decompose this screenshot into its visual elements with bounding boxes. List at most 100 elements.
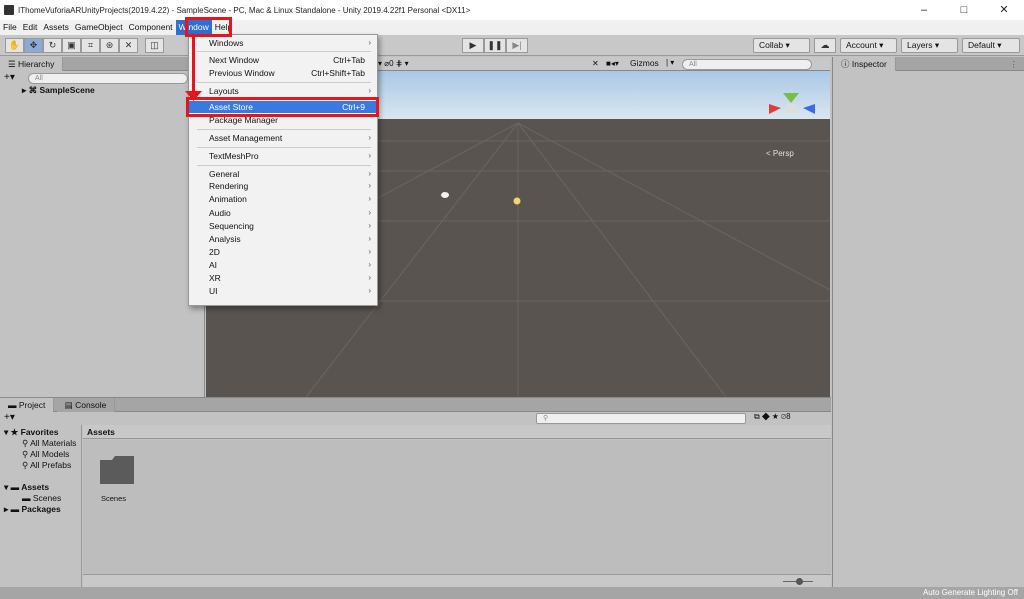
lock-icon[interactable]: ⋮ — [1010, 57, 1019, 71]
scale-tool-icon[interactable]: ▣ — [62, 38, 81, 53]
camera-gizmo-icon[interactable] — [441, 192, 449, 198]
hand-tool-icon[interactable]: ✋ — [5, 38, 24, 53]
fav-all-prefabs[interactable]: ⚲ All Prefabs — [22, 460, 71, 471]
scene-visibility-icon[interactable]: ▾ ⌀0 ⋕ ▾ — [378, 59, 409, 68]
console-tab-label: Console — [75, 400, 107, 410]
menu-item-rendering[interactable]: Rendering › — [189, 180, 377, 192]
project-search-input[interactable]: ⚲ — [536, 413, 746, 424]
scene-root-item[interactable]: ▸ ⌘ SampleScene — [22, 85, 95, 96]
folder-icon[interactable] — [100, 456, 134, 484]
submenu-arrow-icon: › — [368, 247, 371, 256]
menu-component[interactable]: Component — [126, 20, 176, 35]
menu-label-animation: Animation — [209, 194, 247, 204]
favorites-item[interactable]: ▾ ★ Favorites — [4, 427, 58, 438]
menu-item-2d[interactable]: 2D › — [189, 246, 377, 258]
scene-search-input[interactable]: All — [682, 59, 812, 70]
menu-file[interactable]: File — [0, 20, 20, 35]
pivot-toggle-icon[interactable]: ◫ — [145, 38, 164, 53]
menu-item-textmeshpro[interactable]: TextMeshPro › — [189, 150, 377, 162]
menu-label-2d: 2D — [209, 247, 220, 257]
camera-icon[interactable]: ■◂▾ — [606, 59, 619, 68]
menu-item-sequencing[interactable]: Sequencing › — [189, 220, 377, 232]
annotation-arrow-line — [192, 37, 195, 95]
unity-logo-icon — [4, 5, 14, 15]
tools-icon[interactable]: ✕ — [592, 59, 599, 68]
menu-item-windows[interactable]: Windows › — [189, 37, 377, 49]
menu-separator — [197, 129, 371, 130]
gizmos-dropdown[interactable]: Gizmos — [630, 58, 659, 68]
step-button[interactable]: ▶| — [506, 38, 528, 53]
menu-item-layouts[interactable]: Layouts › — [189, 85, 377, 97]
cloud-icon[interactable]: ☁ — [814, 38, 836, 53]
annotation-asset-store-box — [186, 97, 379, 117]
folder-label[interactable]: Scenes — [101, 494, 126, 503]
transform-tool-icon[interactable]: ⊛ — [100, 38, 119, 53]
rotate-tool-icon[interactable]: ↻ — [43, 38, 62, 53]
menu-label-windows: Windows — [209, 38, 244, 48]
fav-label-models: All Models — [30, 449, 70, 459]
rect-tool-icon[interactable]: ⌗ — [81, 38, 100, 53]
filter-icons[interactable]: ⧉ ◆ ★ ⌀8 — [754, 412, 791, 422]
submenu-arrow-icon: › — [368, 221, 371, 230]
menu-label-ai: AI — [209, 260, 218, 270]
submenu-arrow-icon: › — [368, 194, 371, 203]
create-plus-icon[interactable]: +▾ — [4, 72, 15, 83]
menu-item-xr[interactable]: XR › — [189, 272, 377, 284]
menu-item-next-window[interactable]: Next Window Ctrl+Tab — [189, 54, 377, 66]
light-gizmo-icon[interactable] — [513, 197, 521, 205]
assets-tree-item[interactable]: ▾ ▬ Assets — [4, 482, 49, 493]
packages-tree-item[interactable]: ▸ ▬ Packages — [4, 504, 61, 515]
fav-label-prefabs: All Prefabs — [30, 460, 72, 470]
project-panel: ▬ Project ▤ Console +▾ ⚲ ⧉ ◆ ★ ⌀8 ▾ ★ Fa… — [0, 397, 831, 588]
project-tab-label: Project — [18, 400, 46, 410]
breadcrumb[interactable]: Assets — [83, 425, 831, 439]
collab-dropdown[interactable]: Collab ▾ — [753, 38, 810, 53]
layout-dropdown[interactable]: Default ▾ — [962, 38, 1020, 53]
play-button[interactable]: ▶ — [462, 38, 484, 53]
hierarchy-search-input[interactable]: All — [28, 73, 188, 84]
project-create-icon[interactable]: +▾ — [4, 412, 15, 423]
menu-label-next-window: Next Window — [209, 55, 260, 65]
fav-all-models[interactable]: ⚲ All Models — [22, 449, 69, 460]
hidden-count: 0 — [389, 59, 394, 68]
close-button[interactable]: ✕ — [984, 0, 1024, 20]
menu-assets[interactable]: Assets — [40, 20, 72, 35]
maximize-button[interactable]: □ — [944, 0, 984, 20]
menu-item-audio[interactable]: Audio › — [189, 207, 377, 219]
scenes-tree-label: Scenes — [32, 493, 62, 503]
menu-label-analysis: Analysis — [209, 234, 241, 244]
layers-dropdown[interactable]: Layers ▾ — [901, 38, 958, 53]
menu-edit[interactable]: Edit — [20, 20, 41, 35]
asset-grid: Scenes — [83, 440, 831, 574]
persp-label[interactable]: < Persp — [766, 149, 794, 158]
zoom-slider-thumb[interactable] — [796, 578, 803, 585]
submenu-arrow-icon: › — [368, 208, 371, 217]
menu-item-analysis[interactable]: Analysis › — [189, 233, 377, 245]
menu-item-ai[interactable]: AI › — [189, 259, 377, 271]
move-tool-icon[interactable]: ✥ — [24, 38, 43, 53]
window-menu: Windows › Next Window Ctrl+Tab Previous Wi… — [188, 34, 378, 306]
gizmos-arrow-icon[interactable]: | ▾ — [666, 58, 674, 67]
fav-all-materials[interactable]: ⚲ All Materials — [22, 438, 76, 449]
menu-item-previous-window[interactable]: Previous Window Ctrl+Shift+Tab — [189, 67, 377, 79]
pause-button[interactable]: ❚❚ — [484, 38, 506, 53]
custom-tool-icon[interactable]: ✕ — [119, 38, 138, 53]
submenu-arrow-icon: › — [368, 260, 371, 269]
menu-item-general[interactable]: General › — [189, 168, 377, 180]
menu-item-asset-management[interactable]: Asset Management › — [189, 132, 377, 144]
toolbar: ✋ ✥ ↻ ▣ ⌗ ⊛ ✕ ◫ ▶ ❚❚ ▶| Collab ▾ ☁ Accou… — [0, 35, 1024, 56]
menu-separator — [197, 51, 371, 52]
minimize-button[interactable]: – — [904, 0, 944, 20]
hierarchy-header: ☰ Hierarchy — [0, 57, 204, 71]
tab-project[interactable]: ▬ Project — [0, 398, 55, 412]
scenes-tree-item[interactable]: ▬ Scenes — [22, 493, 61, 504]
account-dropdown[interactable]: Account ▾ — [840, 38, 897, 53]
tab-hierarchy[interactable]: ☰ Hierarchy — [0, 57, 64, 71]
tab-console[interactable]: ▤ Console — [56, 398, 116, 412]
tab-inspector[interactable]: ⓘ Inspector — [833, 57, 896, 71]
menu-label-xr: XR — [209, 273, 221, 283]
menu-item-animation[interactable]: Animation › — [189, 193, 377, 205]
menu-gameobject[interactable]: GameObject — [72, 20, 126, 35]
submenu-arrow-icon: › — [368, 86, 371, 95]
menu-item-ui[interactable]: UI › — [189, 285, 377, 297]
